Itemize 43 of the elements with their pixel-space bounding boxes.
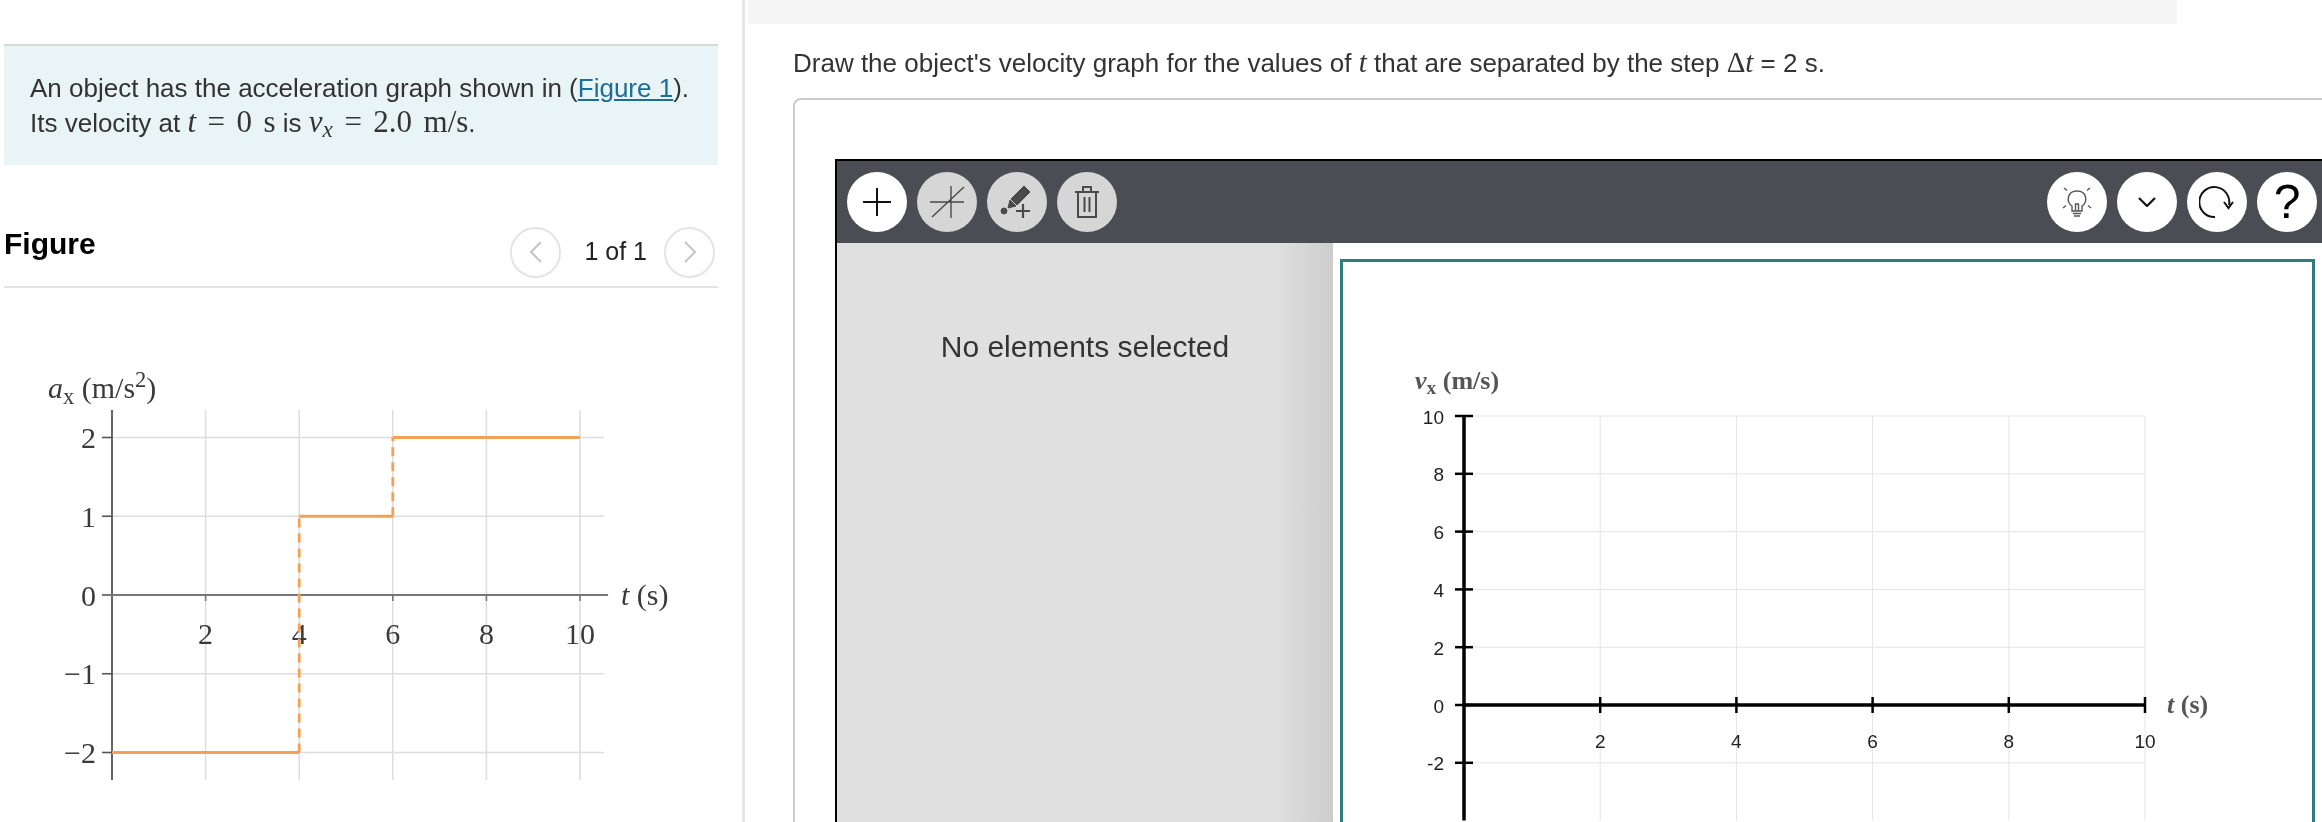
y-axis-title: a$_{x}$ (m/s$^{2}$) xyxy=(48,368,157,408)
y-tick-label: 2 xyxy=(1433,637,1444,659)
x-tick-label: 8 xyxy=(478,616,494,650)
y-tick-label: 4 xyxy=(1433,579,1444,601)
reset-button[interactable] xyxy=(2187,172,2247,232)
y-tick-label: −2 xyxy=(64,736,96,769)
figure-link[interactable]: Figure 1 xyxy=(577,72,674,103)
x-tick-label: 4 xyxy=(1731,730,1742,752)
hint-button[interactable] xyxy=(2047,172,2107,232)
y-tick-label: -2 xyxy=(1427,753,1444,775)
x-tick-label: 10 xyxy=(2134,730,2156,752)
x-tick-label: 10 xyxy=(565,616,595,650)
figure-title: Figure xyxy=(4,225,96,262)
y-tick-label: 8 xyxy=(1433,464,1444,486)
x-tick-label: 2 xyxy=(198,616,214,650)
help-button[interactable]: ? xyxy=(2257,172,2317,232)
y-tick-label: −1 xyxy=(64,657,96,691)
y-tick-label: 2 xyxy=(81,421,96,454)
problem-text: An object has the acceleration graph shown in (Figure 1). Its velocity at t = 0 s is v$_{x}$ = 2.0 m/s. xyxy=(30,71,691,140)
chevron-left-icon xyxy=(529,241,542,263)
x-tick-label: 6 xyxy=(385,616,401,650)
instruction-text: Draw the object's velocity graph for the values of t that are separated by the step Δt = 2 s. xyxy=(793,46,1826,79)
plus-icon xyxy=(862,187,892,217)
x-axis-title: t (s) xyxy=(621,577,669,613)
menu-button[interactable] xyxy=(2117,172,2177,232)
x-tick-label: 8 xyxy=(2003,730,2015,752)
x-tick-label: 2 xyxy=(1594,730,1606,752)
chevron-down-icon xyxy=(2138,197,2156,207)
y-tick-label: 10 xyxy=(1422,406,1444,428)
page-indicator: 1 of 1 xyxy=(584,236,647,268)
crossed-lines-icon xyxy=(929,185,965,219)
add-button[interactable] xyxy=(847,172,907,232)
x-tick-label: 6 xyxy=(1867,730,1878,752)
y-tick-label: 0 xyxy=(1433,695,1444,717)
circular-arrow-icon xyxy=(2199,185,2235,219)
y-tick-label: 1 xyxy=(81,499,96,533)
y-tick-label: 0 xyxy=(81,578,96,612)
trash-icon xyxy=(1074,185,1100,219)
chevron-right-icon xyxy=(683,241,696,263)
x-axis-title: t (s) xyxy=(2167,689,2209,721)
y-tick-label: 6 xyxy=(1433,522,1444,544)
selection-message: No elements selected xyxy=(940,329,1230,365)
y-axis-title: v$_{x}$ (m/s) xyxy=(1415,365,1500,397)
